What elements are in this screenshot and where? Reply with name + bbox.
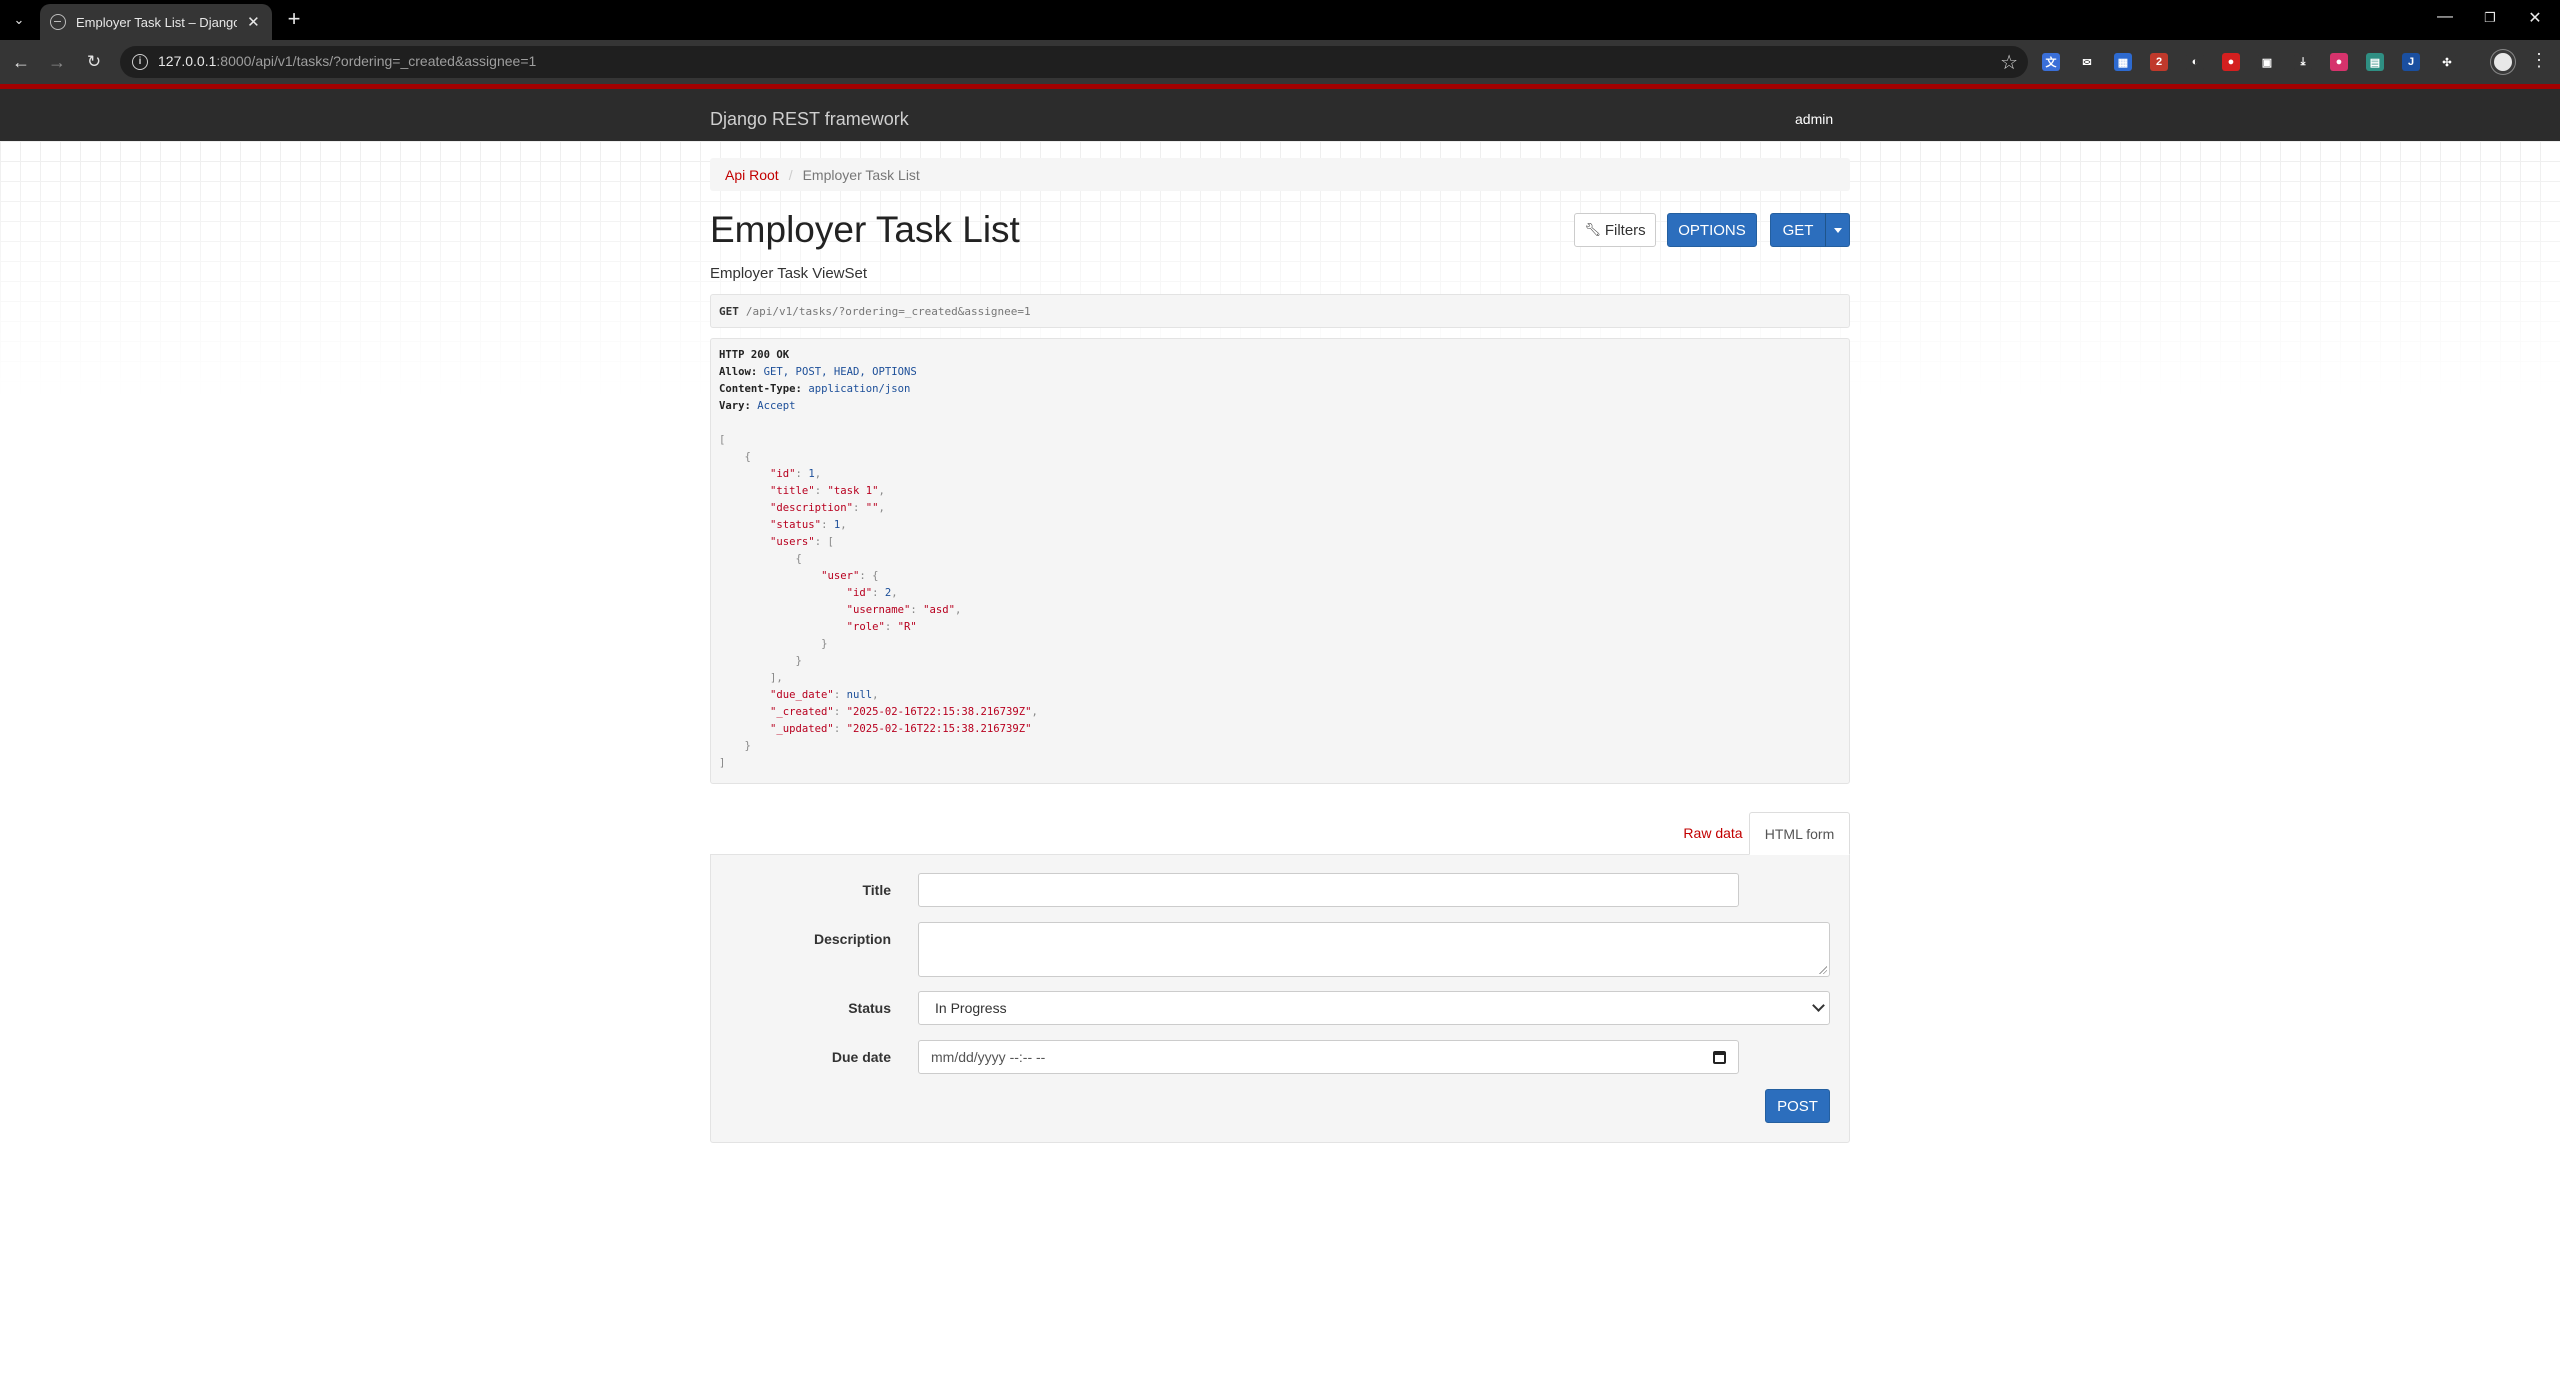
grid-extension-icon[interactable]: ▣	[2258, 53, 2276, 71]
translate-extension-icon[interactable]: 文	[2042, 53, 2060, 71]
filters-button[interactable]: 🔧︎ Filters	[1574, 213, 1656, 247]
browser-toolbar: ← → ↻ i 127.0.0.1:8000/api/v1/tasks/?ord…	[0, 40, 2560, 84]
browser-tab-active[interactable]: Employer Task List – Django REST framewo…	[40, 4, 272, 40]
image-extension-icon[interactable]: ▤	[2366, 53, 2384, 71]
tab-title: Employer Task List – Django REST framewo…	[76, 14, 237, 30]
wrench-icon: 🔧︎	[1584, 222, 1601, 237]
response-json-body: [ { "id": 1, "title": "task 1", "descrip…	[719, 434, 1038, 769]
site-info-icon[interactable]: i	[132, 54, 148, 70]
response-status: HTTP 200 OK	[719, 349, 790, 361]
drf-navbar: Django REST framework admin	[0, 84, 2560, 141]
description-textarea[interactable]	[918, 922, 1830, 977]
tab-html-form[interactable]: HTML form	[1749, 812, 1850, 855]
navbar-brand[interactable]: Django REST framework	[710, 109, 909, 130]
forward-arrow-icon[interactable]: →	[46, 51, 68, 73]
record-extension-icon[interactable]: ●	[2330, 53, 2348, 71]
response-header-value: application/json	[808, 383, 911, 395]
response-header-value: GET, POST, HEAD, OPTIONS	[763, 366, 917, 378]
globe-icon	[50, 14, 66, 30]
post-button[interactable]: POST	[1765, 1089, 1830, 1123]
due-date-input[interactable]: mm/dd/yyyy --:-- --	[918, 1040, 1739, 1074]
browser-menu-icon[interactable]: ⋮	[2530, 50, 2548, 71]
minimize-button[interactable]: —	[2430, 8, 2460, 26]
navbar-user-menu[interactable]: admin	[1795, 111, 1833, 127]
request-path: /api/v1/tasks/?ordering=_created&assigne…	[745, 304, 1031, 318]
browser-tab-bar: ⌄ Employer Task List – Django REST frame…	[0, 0, 2560, 40]
calendar-extension-icon[interactable]: ▦	[2114, 53, 2132, 71]
status-selected-value: In Progress	[935, 1000, 1007, 1016]
new-tab-button[interactable]: +	[282, 8, 306, 32]
url-text[interactable]: 127.0.0.1:8000/api/v1/tasks/?ordering=_c…	[158, 53, 536, 69]
breadcrumb-separator: /	[788, 166, 793, 183]
download-extension-icon[interactable]: ⤓	[2294, 53, 2312, 71]
j-extension-icon[interactable]: J	[2402, 53, 2420, 71]
mail-extension-icon[interactable]: ✉	[2078, 53, 2096, 71]
profile-avatar[interactable]	[2491, 50, 2515, 74]
caret-down-icon	[1833, 227, 1842, 233]
page-title: Employer Task List	[710, 209, 1020, 250]
post-form: Title Description Status In Progress Due…	[710, 854, 1850, 1143]
due-date-placeholder: mm/dd/yyyy --:-- --	[931, 1049, 1046, 1065]
wappalyzer-extension-icon[interactable]: 2	[2150, 53, 2168, 71]
content-tabs: Raw data HTML form	[710, 812, 1850, 855]
response-info: HTTP 200 OK Allow: GET, POST, HEAD, OPTI…	[710, 338, 1850, 784]
tab-search-chevron-icon[interactable]: ⌄	[8, 9, 30, 31]
resize-handle-icon[interactable]	[1818, 965, 1827, 974]
response-header-key: Content-Type:	[719, 383, 802, 395]
puzzle-extension-icon[interactable]: ✣	[2438, 53, 2456, 71]
due-date-label: Due date	[831, 1049, 891, 1065]
incognito-extension-icon[interactable]: ◐	[2186, 53, 2204, 71]
status-label: Status	[848, 1000, 891, 1016]
title-input[interactable]	[918, 873, 1739, 907]
request-method: GET	[719, 304, 739, 318]
calendar-icon[interactable]	[1713, 1051, 1726, 1064]
breadcrumb: Api Root / Employer Task List	[710, 158, 1850, 191]
page-description: Employer Task ViewSet	[710, 265, 868, 282]
close-window-button[interactable]: ✕	[2520, 8, 2550, 28]
tab-close-icon[interactable]: ✕	[245, 13, 262, 31]
get-button[interactable]: GET	[1770, 213, 1826, 247]
response-header-key: Vary:	[719, 400, 751, 412]
breadcrumb-api-root[interactable]: Api Root	[725, 167, 779, 183]
title-label: Title	[862, 882, 891, 898]
adblock-extension-icon[interactable]: ●	[2222, 53, 2240, 71]
response-header-value: Accept	[757, 400, 796, 412]
filters-label: Filters	[1604, 221, 1646, 239]
breadcrumb-current: Employer Task List	[802, 166, 920, 183]
chevron-down-icon	[1812, 999, 1825, 1012]
restore-button[interactable]: ❐	[2475, 10, 2505, 26]
request-info: GET /api/v1/tasks/?ordering=_created&ass…	[710, 294, 1850, 328]
options-button[interactable]: OPTIONS	[1667, 213, 1757, 247]
status-select[interactable]: In Progress	[918, 991, 1830, 1025]
get-format-dropdown[interactable]	[1825, 213, 1850, 247]
back-arrow-icon[interactable]: ←	[10, 51, 32, 73]
address-bar[interactable]: i 127.0.0.1:8000/api/v1/tasks/?ordering=…	[120, 46, 2028, 78]
bookmark-star-icon[interactable]: ☆	[2000, 50, 2018, 75]
response-header-key: Allow:	[719, 366, 758, 378]
description-label: Description	[813, 931, 891, 947]
reload-icon[interactable]: ↻	[83, 51, 105, 73]
